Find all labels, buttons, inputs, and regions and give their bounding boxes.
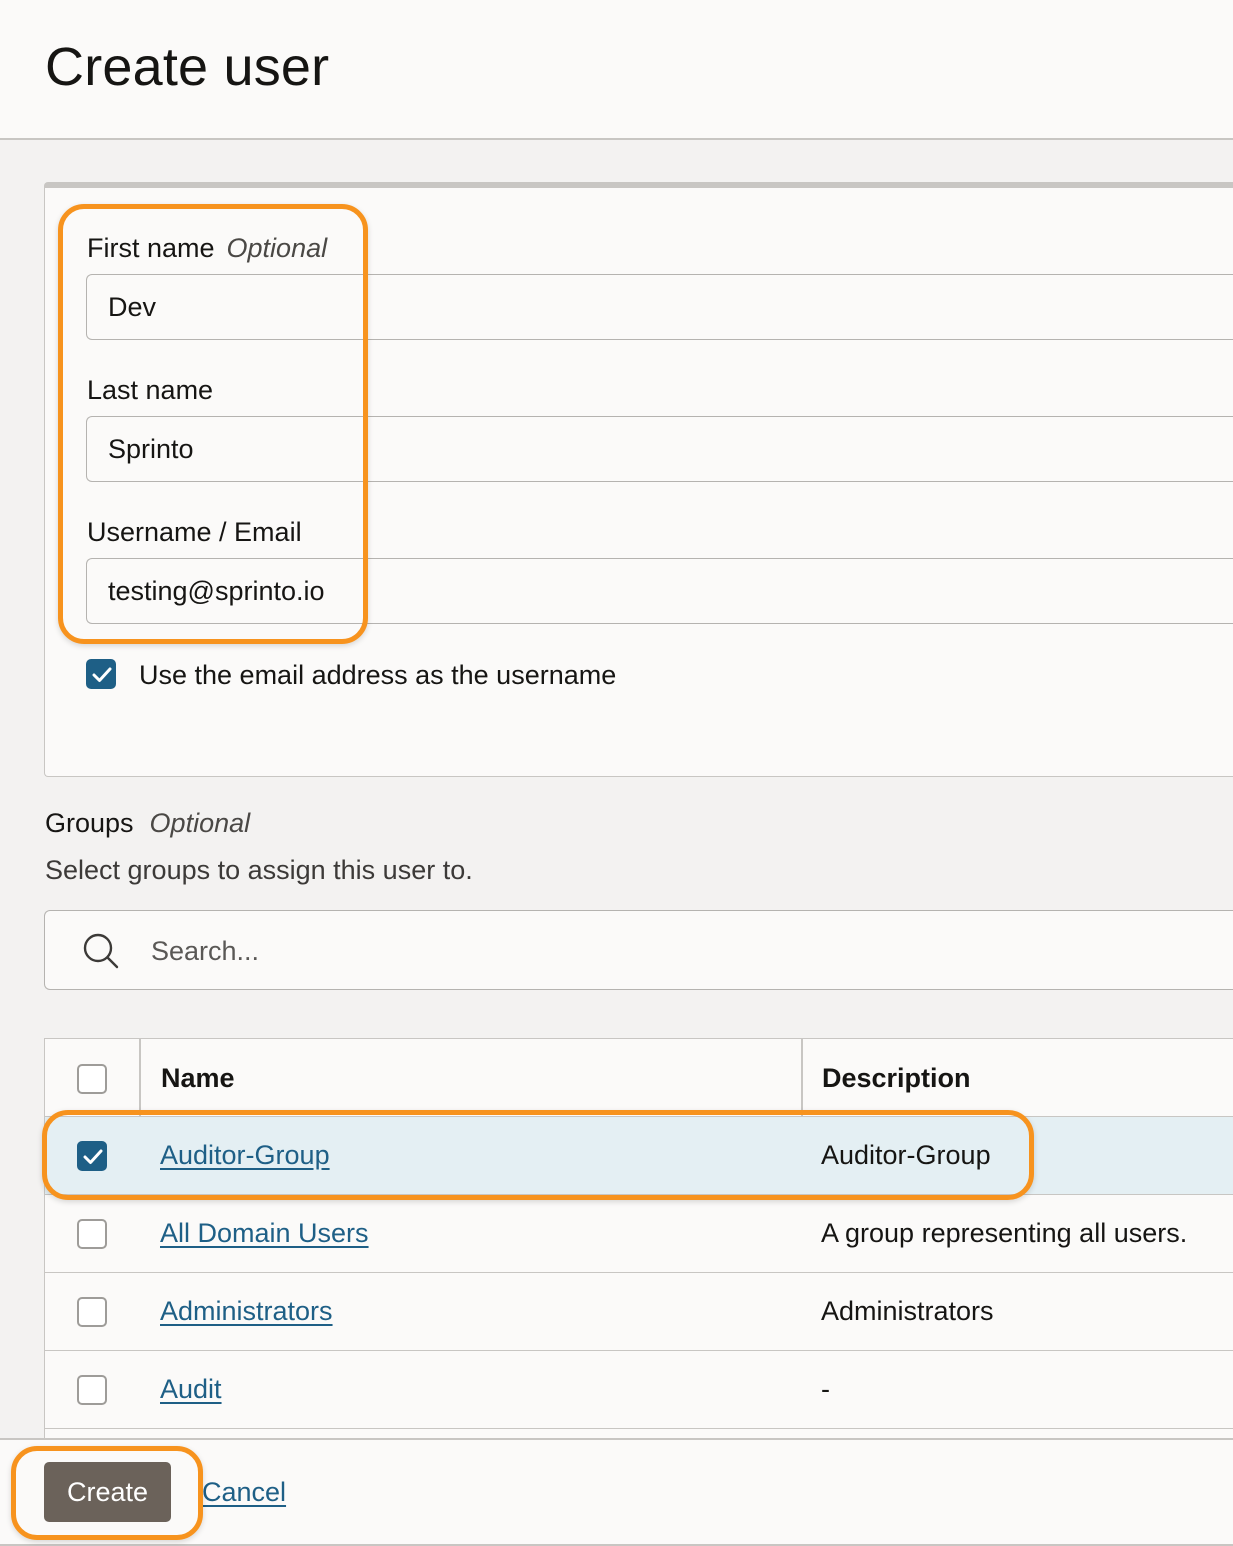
description-column-header[interactable]: Description: [822, 1063, 971, 1094]
groups-optional-tag: Optional: [149, 808, 251, 838]
last-name-input[interactable]: [86, 416, 1233, 482]
username-email-label: Username / Email: [87, 517, 302, 547]
group-description: -: [821, 1374, 830, 1404]
table-row[interactable]: Audit -: [45, 1351, 1233, 1429]
check-icon: [92, 667, 112, 682]
table-row[interactable]: Auditor-Group Auditor-Group: [45, 1117, 1233, 1195]
footer-actions: Create Cancel: [0, 1438, 1233, 1546]
table-row[interactable]: Administrators Administrators: [45, 1273, 1233, 1351]
username-email-input[interactable]: [86, 558, 1233, 624]
row-checkbox[interactable]: [77, 1375, 107, 1405]
group-description: Auditor-Group: [821, 1140, 991, 1170]
group-name-link[interactable]: Administrators: [160, 1296, 333, 1327]
group-name-link[interactable]: Audit: [160, 1374, 222, 1405]
check-icon: [83, 1149, 103, 1164]
first-name-input[interactable]: [86, 274, 1233, 340]
groups-table: Name Description Auditor-Group Auditor-G…: [44, 1038, 1233, 1468]
page-title: Create user: [45, 37, 330, 97]
create-button[interactable]: Create: [44, 1462, 171, 1522]
group-description: Administrators: [821, 1296, 994, 1326]
group-name-link[interactable]: All Domain Users: [160, 1218, 369, 1249]
page-header: Create user: [0, 0, 1233, 140]
groups-title: Groups: [45, 808, 134, 838]
groups-search-input[interactable]: [149, 925, 1053, 977]
name-column-header[interactable]: Name: [161, 1063, 235, 1094]
optional-tag: Optional: [226, 233, 328, 263]
column-divider: [801, 1039, 803, 1117]
first-name-label: First name Optional: [87, 233, 327, 264]
cancel-link[interactable]: Cancel: [202, 1477, 286, 1508]
select-all-checkbox[interactable]: [77, 1064, 107, 1094]
table-header-row: Name Description: [45, 1039, 1233, 1117]
groups-search-box: [44, 910, 1233, 990]
row-checkbox[interactable]: [77, 1297, 107, 1327]
group-name-link[interactable]: Auditor-Group: [160, 1140, 330, 1171]
search-icon: [83, 933, 119, 969]
groups-heading: Groups Optional: [45, 808, 250, 839]
last-name-label: Last name: [87, 375, 214, 405]
groups-subtitle: Select groups to assign this user to.: [45, 855, 473, 885]
use-email-checkbox-label: Use the email address as the username: [139, 660, 617, 690]
row-checkbox[interactable]: [77, 1219, 107, 1249]
first-name-label-text: First name: [87, 233, 215, 263]
column-divider: [139, 1039, 141, 1117]
table-row[interactable]: All Domain Users A group representing al…: [45, 1195, 1233, 1273]
group-description: A group representing all users.: [821, 1218, 1188, 1248]
row-checkbox[interactable]: [77, 1141, 107, 1171]
use-email-checkbox[interactable]: [86, 659, 116, 689]
